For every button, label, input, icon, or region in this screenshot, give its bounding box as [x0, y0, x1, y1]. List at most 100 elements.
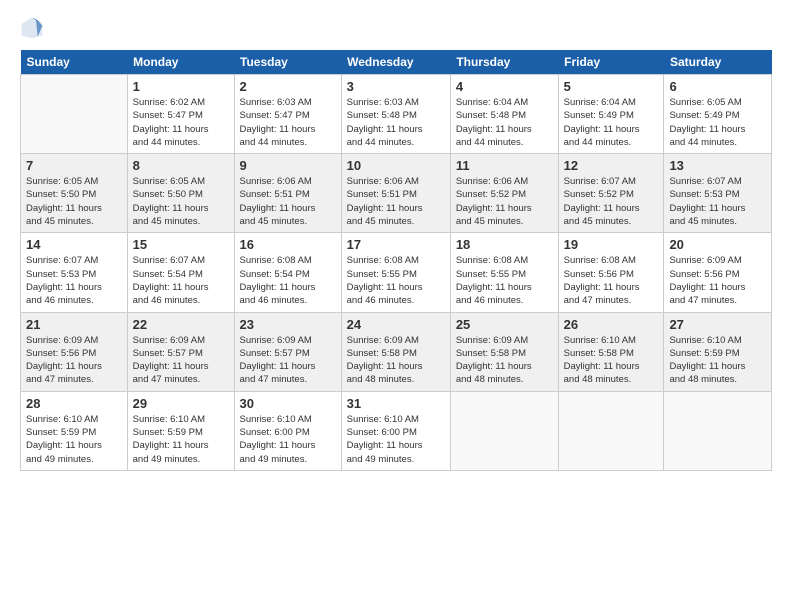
day-number: 2 [240, 79, 336, 94]
weekday-header-saturday: Saturday [664, 50, 772, 75]
calendar-cell: 10 Sunrise: 6:06 AMSunset: 5:51 PMDayligh… [341, 154, 450, 233]
day-number: 7 [26, 158, 122, 173]
day-info: Sunrise: 6:04 AMSunset: 5:49 PMDaylight:… [564, 96, 659, 149]
day-info: Sunrise: 6:03 AMSunset: 5:47 PMDaylight:… [240, 96, 336, 149]
calendar-cell [21, 75, 128, 154]
calendar-cell: 14 Sunrise: 6:07 AMSunset: 5:53 PMDayligh… [21, 233, 128, 312]
day-number: 5 [564, 79, 659, 94]
calendar-cell: 22 Sunrise: 6:09 AMSunset: 5:57 PMDayligh… [127, 312, 234, 391]
day-info: Sunrise: 6:06 AMSunset: 5:52 PMDaylight:… [456, 175, 553, 228]
day-info: Sunrise: 6:10 AMSunset: 5:59 PMDaylight:… [26, 413, 122, 466]
calendar-cell: 15 Sunrise: 6:07 AMSunset: 5:54 PMDayligh… [127, 233, 234, 312]
calendar-cell: 21 Sunrise: 6:09 AMSunset: 5:56 PMDayligh… [21, 312, 128, 391]
calendar-cell: 20 Sunrise: 6:09 AMSunset: 5:56 PMDayligh… [664, 233, 772, 312]
calendar-cell: 7 Sunrise: 6:05 AMSunset: 5:50 PMDaylight… [21, 154, 128, 233]
day-number: 25 [456, 317, 553, 332]
day-info: Sunrise: 6:05 AMSunset: 5:50 PMDaylight:… [133, 175, 229, 228]
day-number: 21 [26, 317, 122, 332]
day-info: Sunrise: 6:08 AMSunset: 5:55 PMDaylight:… [347, 254, 445, 307]
calendar-table: SundayMondayTuesdayWednesdayThursdayFrid… [20, 50, 772, 471]
calendar-cell: 26Sunrise: 6:10 AMSunset: 5:58 PMDayligh… [558, 312, 664, 391]
calendar-cell: 28 Sunrise: 6:10 AMSunset: 5:59 PMDayligh… [21, 391, 128, 470]
day-number: 10 [347, 158, 445, 173]
day-info: Sunrise: 6:08 AMSunset: 5:54 PMDaylight:… [240, 254, 336, 307]
day-info: Sunrise: 6:03 AMSunset: 5:48 PMDaylight:… [347, 96, 445, 149]
weekday-header-tuesday: Tuesday [234, 50, 341, 75]
calendar-cell: 31Sunrise: 6:10 AMSunset: 6:00 PMDayligh… [341, 391, 450, 470]
weekday-header-monday: Monday [127, 50, 234, 75]
day-number: 4 [456, 79, 553, 94]
day-info: Sunrise: 6:07 AMSunset: 5:53 PMDaylight:… [669, 175, 766, 228]
calendar-cell: 8 Sunrise: 6:05 AMSunset: 5:50 PMDaylight… [127, 154, 234, 233]
calendar-cell: 30Sunrise: 6:10 AMSunset: 6:00 PMDayligh… [234, 391, 341, 470]
day-info: Sunrise: 6:06 AMSunset: 5:51 PMDaylight:… [240, 175, 336, 228]
calendar-cell: 16 Sunrise: 6:08 AMSunset: 5:54 PMDayligh… [234, 233, 341, 312]
day-info: Sunrise: 6:08 AMSunset: 5:56 PMDaylight:… [564, 254, 659, 307]
calendar-cell: 1 Sunrise: 6:02 AMSunset: 5:47 PMDaylight… [127, 75, 234, 154]
day-info: Sunrise: 6:07 AMSunset: 5:53 PMDaylight:… [26, 254, 122, 307]
calendar-cell: 17 Sunrise: 6:08 AMSunset: 5:55 PMDayligh… [341, 233, 450, 312]
day-number: 14 [26, 237, 122, 252]
day-number: 30 [240, 396, 336, 411]
day-number: 9 [240, 158, 336, 173]
calendar-cell: 19 Sunrise: 6:08 AMSunset: 5:56 PMDayligh… [558, 233, 664, 312]
calendar-cell: 2 Sunrise: 6:03 AMSunset: 5:47 PMDaylight… [234, 75, 341, 154]
day-number: 20 [669, 237, 766, 252]
day-number: 8 [133, 158, 229, 173]
day-number: 28 [26, 396, 122, 411]
day-number: 23 [240, 317, 336, 332]
day-info: Sunrise: 6:05 AMSunset: 5:50 PMDaylight:… [26, 175, 122, 228]
logo [20, 16, 48, 40]
logo-icon [20, 16, 44, 40]
day-info: Sunrise: 6:09 AMSunset: 5:56 PMDaylight:… [669, 254, 766, 307]
day-info: Sunrise: 6:07 AMSunset: 5:54 PMDaylight:… [133, 254, 229, 307]
day-number: 17 [347, 237, 445, 252]
calendar-cell: 11 Sunrise: 6:06 AMSunset: 5:52 PMDayligh… [450, 154, 558, 233]
calendar-cell: 23 Sunrise: 6:09 AMSunset: 5:57 PMDayligh… [234, 312, 341, 391]
weekday-header-thursday: Thursday [450, 50, 558, 75]
calendar-cell: 6 Sunrise: 6:05 AMSunset: 5:49 PMDaylight… [664, 75, 772, 154]
calendar-cell: 29 Sunrise: 6:10 AMSunset: 5:59 PMDayligh… [127, 391, 234, 470]
day-number: 13 [669, 158, 766, 173]
day-number: 15 [133, 237, 229, 252]
calendar-cell: 3 Sunrise: 6:03 AMSunset: 5:48 PMDaylight… [341, 75, 450, 154]
day-info: Sunrise: 6:10 AMSunset: 5:59 PMDaylight:… [669, 334, 766, 387]
day-number: 29 [133, 396, 229, 411]
day-number: 22 [133, 317, 229, 332]
day-info: Sunrise: 6:09 AMSunset: 5:57 PMDaylight:… [133, 334, 229, 387]
weekday-header-wednesday: Wednesday [341, 50, 450, 75]
weekday-header-friday: Friday [558, 50, 664, 75]
calendar-cell: 25Sunrise: 6:09 AMSunset: 5:58 PMDayligh… [450, 312, 558, 391]
day-number: 19 [564, 237, 659, 252]
day-number: 11 [456, 158, 553, 173]
day-info: Sunrise: 6:09 AMSunset: 5:56 PMDaylight:… [26, 334, 122, 387]
calendar-cell: 24 Sunrise: 6:09 AMSunset: 5:58 PMDayligh… [341, 312, 450, 391]
calendar-cell: 13 Sunrise: 6:07 AMSunset: 5:53 PMDayligh… [664, 154, 772, 233]
day-info: Sunrise: 6:06 AMSunset: 5:51 PMDaylight:… [347, 175, 445, 228]
calendar-cell: 9 Sunrise: 6:06 AMSunset: 5:51 PMDaylight… [234, 154, 341, 233]
day-info: Sunrise: 6:04 AMSunset: 5:48 PMDaylight:… [456, 96, 553, 149]
day-info: Sunrise: 6:05 AMSunset: 5:49 PMDaylight:… [669, 96, 766, 149]
day-info: Sunrise: 6:09 AMSunset: 5:58 PMDaylight:… [347, 334, 445, 387]
day-number: 6 [669, 79, 766, 94]
day-info: Sunrise: 6:10 AMSunset: 5:59 PMDaylight:… [133, 413, 229, 466]
day-info: Sunrise: 6:10 AMSunset: 5:58 PMDaylight:… [564, 334, 659, 387]
day-info: Sunrise: 6:02 AMSunset: 5:47 PMDaylight:… [133, 96, 229, 149]
calendar-cell: 5 Sunrise: 6:04 AMSunset: 5:49 PMDaylight… [558, 75, 664, 154]
day-number: 12 [564, 158, 659, 173]
day-number: 18 [456, 237, 553, 252]
weekday-header-sunday: Sunday [21, 50, 128, 75]
day-info: Sunrise: 6:07 AMSunset: 5:52 PMDaylight:… [564, 175, 659, 228]
day-info: Sunrise: 6:09 AMSunset: 5:57 PMDaylight:… [240, 334, 336, 387]
day-number: 24 [347, 317, 445, 332]
day-number: 1 [133, 79, 229, 94]
calendar-cell [664, 391, 772, 470]
day-info: Sunrise: 6:08 AMSunset: 5:55 PMDaylight:… [456, 254, 553, 307]
calendar-cell: 27Sunrise: 6:10 AMSunset: 5:59 PMDayligh… [664, 312, 772, 391]
day-number: 31 [347, 396, 445, 411]
day-number: 16 [240, 237, 336, 252]
calendar-cell: 18 Sunrise: 6:08 AMSunset: 5:55 PMDayligh… [450, 233, 558, 312]
calendar-cell: 4 Sunrise: 6:04 AMSunset: 5:48 PMDaylight… [450, 75, 558, 154]
day-number: 3 [347, 79, 445, 94]
calendar-cell [558, 391, 664, 470]
